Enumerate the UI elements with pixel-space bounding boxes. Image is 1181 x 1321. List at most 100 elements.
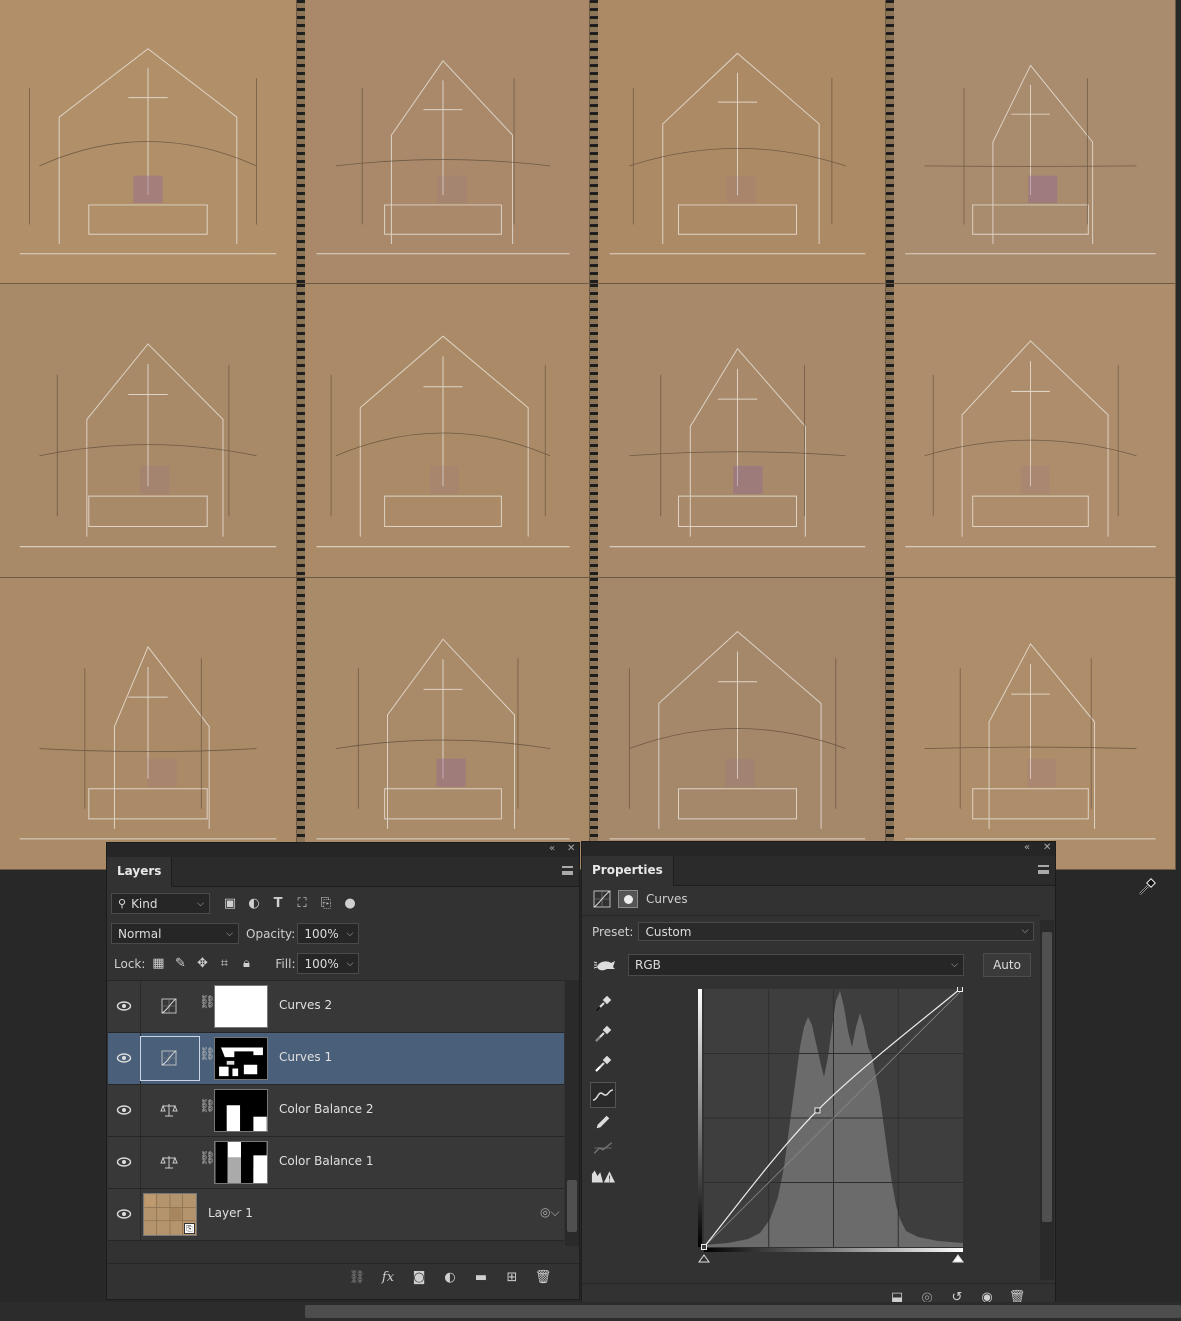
scroll-thumb[interactable] <box>1042 932 1052 1222</box>
sketch-tile <box>297 284 590 578</box>
delete-layer-icon[interactable]: 🗑︎ <box>535 1270 552 1286</box>
layer-mask-thumbnail[interactable] <box>214 1141 268 1184</box>
panel-menu-icon[interactable] <box>1038 865 1049 874</box>
vertical-gradient-bar <box>698 989 702 1247</box>
layer-mask-thumbnail[interactable] <box>214 1037 268 1080</box>
filter-toggle-icon[interactable]: ● <box>342 896 358 912</box>
curves-adjustment-icon[interactable] <box>160 997 178 1015</box>
close-icon[interactable]: ✕ <box>1043 842 1051 853</box>
layers-scrollbar[interactable] <box>565 980 579 1246</box>
sketch-tile <box>886 0 1176 284</box>
smart-filter-options-icon[interactable]: ◎⌵ <box>540 1205 560 1220</box>
lock-position-icon[interactable]: ✥ <box>194 956 210 972</box>
lock-transparent-icon[interactable]: ▦ <box>150 956 166 972</box>
smart-object-badge-icon: ⎘ <box>184 1223 195 1234</box>
gray-eyedropper-icon[interactable] <box>591 1022 615 1046</box>
panel-menu-icon[interactable] <box>562 866 573 875</box>
chevron-down-icon: ⌵ <box>951 960 958 970</box>
target-adjust-icon[interactable] <box>592 955 618 975</box>
scroll-thumb[interactable] <box>567 1180 577 1232</box>
black-point-slider[interactable] <box>698 1254 710 1263</box>
layer-row-curves-1[interactable]: ⛓ Curves 1 <box>108 1033 564 1085</box>
chevron-down-icon[interactable]: ⌵ <box>347 929 354 939</box>
new-group-icon[interactable]: ▬ <box>473 1270 489 1286</box>
opacity-input[interactable]: 100% ⌵ <box>297 923 360 944</box>
layer-row-curves-2[interactable]: ⛓ Curves 2 <box>108 981 564 1033</box>
sketch-tile <box>297 578 590 870</box>
chevron-down-icon[interactable]: ⌵ <box>347 959 354 969</box>
auto-button[interactable]: Auto <box>983 953 1031 977</box>
new-adjustment-icon[interactable]: ◐ <box>442 1270 458 1286</box>
sketch-tile <box>886 284 1176 578</box>
curve-control-point[interactable] <box>957 987 963 992</box>
bottom-scrollbar[interactable] <box>0 1302 1181 1321</box>
lock-image-icon[interactable]: ✎ <box>172 956 188 972</box>
tab-properties[interactable]: Properties <box>582 856 674 886</box>
collapse-icon[interactable]: « <box>549 843 555 854</box>
blend-mode-select[interactable]: Normal ⌵ <box>111 923 239 944</box>
layer-name[interactable]: Color Balance 1 <box>279 1154 373 1168</box>
curves-adjustment-icon[interactable] <box>592 890 612 908</box>
link-layers-icon[interactable]: ⛓ <box>349 1270 366 1286</box>
tab-layers[interactable]: Layers <box>107 857 173 887</box>
chevron-down-icon: ⌵ <box>1021 926 1029 936</box>
color-balance-icon[interactable] <box>160 1101 178 1119</box>
curves-graph[interactable] <box>698 987 964 1263</box>
new-layer-icon[interactable]: ⊞ <box>504 1270 520 1286</box>
shape-filter-icon[interactable]: ⛶ <box>294 896 310 912</box>
layer-name[interactable]: Color Balance 2 <box>279 1102 373 1116</box>
panel-titlebar[interactable]: « ✕ <box>582 842 1055 856</box>
lock-label: Lock: <box>114 956 146 971</box>
visibility-eye-icon[interactable] <box>116 1051 132 1065</box>
curve-control-point[interactable] <box>814 1107 821 1114</box>
collapse-icon[interactable]: « <box>1024 842 1030 853</box>
image-filter-icon[interactable]: ▣ <box>222 896 238 912</box>
add-mask-icon[interactable]: ◙ <box>411 1270 427 1286</box>
panel-titlebar[interactable]: « ✕ <box>107 843 579 857</box>
spiral-binding <box>590 284 598 577</box>
curve-point-icon[interactable] <box>590 1082 616 1108</box>
channel-select[interactable]: RGB ⌵ <box>628 954 964 976</box>
layer-name[interactable]: Layer 1 <box>208 1206 253 1220</box>
visibility-eye-icon[interactable] <box>116 1207 132 1221</box>
layer-row-color-balance-2[interactable]: ⛓ Color Balance 2 <box>108 1085 564 1137</box>
adjustment-filter-icon[interactable]: ◐ <box>246 896 262 912</box>
filter-kind-select[interactable]: ⚲ Kind ⌵ <box>111 893 210 914</box>
preset-select[interactable]: Custom ⌵ <box>638 922 1035 941</box>
fx-icon[interactable]: fx <box>380 1270 396 1286</box>
layer-thumbnail[interactable]: ⎘ <box>143 1193 197 1236</box>
smooth-icon[interactable] <box>591 1136 615 1160</box>
preset-value: Custom <box>645 924 692 939</box>
white-eyedropper-icon[interactable] <box>591 1052 615 1076</box>
layer-row-color-balance-1[interactable]: ⛓ Color Balance 1 <box>108 1137 564 1189</box>
layer-mask-thumbnail[interactable] <box>214 985 268 1028</box>
lock-artboard-icon[interactable]: ⌗ <box>216 956 232 972</box>
fill-input[interactable]: 100% ⌵ <box>297 953 360 974</box>
document-image[interactable] <box>0 0 1176 870</box>
layer-name[interactable]: Curves 2 <box>279 998 332 1012</box>
visibility-eye-icon[interactable] <box>116 999 132 1013</box>
sketch-tile <box>590 578 886 870</box>
color-balance-icon[interactable] <box>160 1153 178 1171</box>
clipping-warning-icon[interactable]: ! <box>591 1164 615 1188</box>
white-point-slider[interactable] <box>952 1254 964 1263</box>
spiral-binding <box>590 0 598 283</box>
curve-control-point[interactable] <box>701 1244 707 1250</box>
visibility-eye-icon[interactable] <box>116 1103 132 1117</box>
layer-row-layer-1[interactable]: ⎘ Layer 1 ◎⌵ <box>108 1189 564 1241</box>
curves-adjustment-icon[interactable] <box>160 1049 178 1067</box>
close-icon[interactable]: ✕ <box>567 843 575 854</box>
layer-mask-thumbnail[interactable] <box>214 1089 268 1132</box>
type-filter-icon[interactable]: T <box>270 896 286 912</box>
smart-object-filter-icon[interactable]: ⎘ <box>318 896 334 912</box>
black-eyedropper-icon[interactable] <box>591 992 615 1016</box>
mask-properties-icon[interactable] <box>618 890 638 908</box>
layer-name[interactable]: Curves 1 <box>279 1050 332 1064</box>
header-separator <box>582 915 1040 916</box>
scroll-thumb[interactable] <box>305 1305 1181 1318</box>
pencil-icon[interactable] <box>591 1110 615 1134</box>
properties-scrollbar[interactable] <box>1040 920 1054 1280</box>
sketch-tile <box>590 0 886 284</box>
lock-all-icon[interactable]: 🔒︎ <box>238 956 254 972</box>
visibility-eye-icon[interactable] <box>116 1155 132 1169</box>
